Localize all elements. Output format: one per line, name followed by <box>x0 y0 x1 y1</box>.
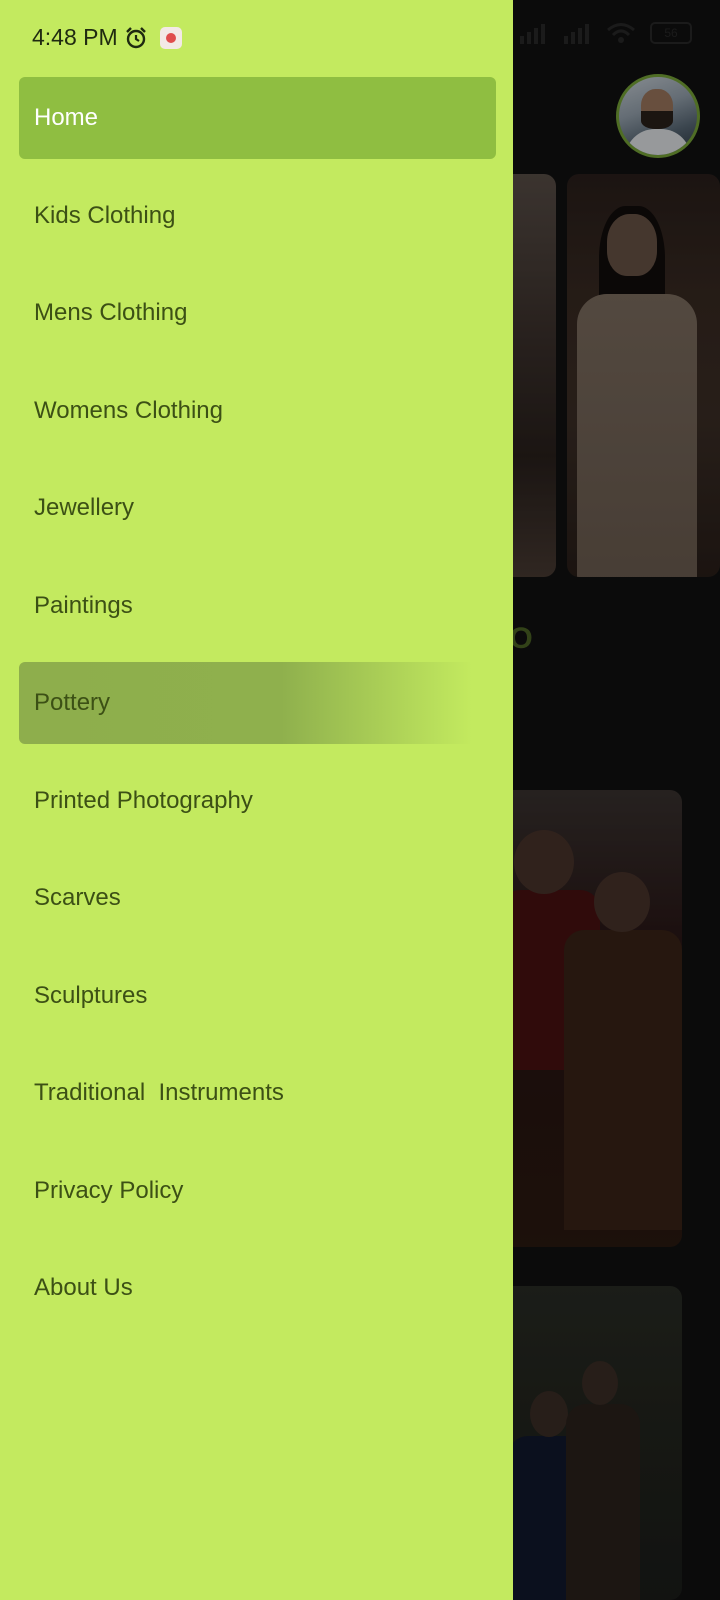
status-bar-left: 4:48 PM <box>32 24 182 51</box>
drawer-item-label: Sculptures <box>34 981 148 1009</box>
drawer-item-sculptures[interactable]: Sculptures <box>19 955 496 1037</box>
drawer-item-mens-clothing[interactable]: Mens Clothing <box>19 272 496 354</box>
drawer-item-womens-clothing[interactable]: Womens Clothing <box>19 370 496 452</box>
drawer-item-label: Pottery <box>34 689 111 716</box>
drawer-item-label: Kids Clothing <box>34 201 176 229</box>
drawer-item-pottery[interactable]: Pottery <box>19 662 496 744</box>
drawer-item-label: Jewellery <box>34 494 135 521</box>
drawer-item-label: About Us <box>34 1274 133 1301</box>
drawer-item-label: Privacy Policy <box>34 1176 184 1204</box>
drawer-item-printed-photography[interactable]: Printed Photography <box>19 760 496 842</box>
alarm-icon <box>125 26 146 48</box>
notification-icon <box>159 26 182 49</box>
drawer-item-label: Paintings <box>34 591 133 619</box>
navigation-drawer: 4:48 PM Home Kids Clothing Mens Clothing… <box>0 0 513 1600</box>
drawer-item-label: Traditional Instruments <box>34 1079 284 1106</box>
drawer-item-kids-clothing[interactable]: Kids Clothing <box>19 175 496 257</box>
status-time: 4:48 PM <box>32 24 118 50</box>
drawer-item-label: Printed Photography <box>34 786 253 814</box>
drawer-item-traditional-instruments[interactable]: Traditional Instruments <box>19 1052 496 1134</box>
drawer-item-scarves[interactable]: Scarves <box>19 857 496 939</box>
drawer-item-about-us[interactable]: About Us <box>19 1247 496 1329</box>
drawer-item-label: Mens Clothing <box>34 299 188 326</box>
drawer-item-paintings[interactable]: Paintings <box>19 565 496 647</box>
drawer-item-label: Home <box>34 104 99 131</box>
drawer-item-label: Scarves <box>34 884 121 911</box>
drawer-menu: Home Kids Clothing Mens Clothing Womens … <box>19 77 496 1345</box>
drawer-item-jewellery[interactable]: Jewellery <box>19 467 496 549</box>
drawer-item-label: Womens Clothing <box>34 396 223 424</box>
drawer-item-privacy-policy[interactable]: Privacy Policy <box>19 1150 496 1232</box>
drawer-item-home[interactable]: Home <box>19 77 496 159</box>
